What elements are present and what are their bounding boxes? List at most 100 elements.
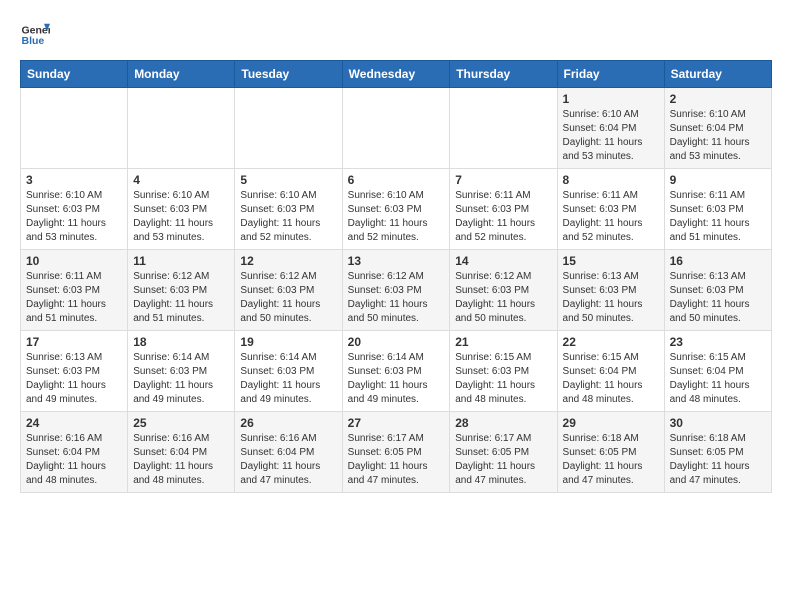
day-number: 26 [240, 416, 336, 430]
calendar-cell: 20 Sunrise: 6:14 AM Sunset: 6:03 PM Dayli… [342, 331, 450, 412]
day-number: 29 [563, 416, 659, 430]
day-info: Sunrise: 6:10 AM Sunset: 6:03 PM Dayligh… [133, 189, 229, 245]
calendar-cell [128, 88, 235, 169]
day-number: 14 [455, 254, 551, 268]
calendar-cell: 23Sunrise: 6:15 AM Sunset: 6:04 PM Dayli… [664, 331, 771, 412]
day-number: 25 [133, 416, 229, 430]
day-number: 12 [240, 254, 336, 268]
day-info: Sunrise: 6:15 AM Sunset: 6:03 PM Dayligh… [455, 351, 551, 407]
calendar-week-row: 3 Sunrise: 6:10 AM Sunset: 6:03 PM Daylig… [21, 169, 772, 250]
page-header: General Blue [20, 20, 772, 50]
day-number: 17 [26, 335, 122, 349]
day-info: Sunrise: 6:12 AM Sunset: 6:03 PM Dayligh… [133, 270, 229, 326]
calendar-cell: 8 Sunrise: 6:11 AM Sunset: 6:03 PM Daylig… [557, 169, 664, 250]
day-info: Sunrise: 6:13 AM Sunset: 6:03 PM Dayligh… [670, 270, 766, 326]
calendar-cell: 12Sunrise: 6:12 AM Sunset: 6:03 PM Dayli… [235, 250, 342, 331]
calendar-cell: 10Sunrise: 6:11 AM Sunset: 6:03 PM Dayli… [21, 250, 128, 331]
day-of-week-header: Saturday [664, 61, 771, 88]
calendar-cell: 14 Sunrise: 6:12 AM Sunset: 6:03 PM Dayli… [450, 250, 557, 331]
day-number: 3 [26, 173, 122, 187]
day-of-week-header: Wednesday [342, 61, 450, 88]
day-info: Sunrise: 6:11 AM Sunset: 6:03 PM Dayligh… [563, 189, 659, 245]
day-info: Sunrise: 6:12 AM Sunset: 6:03 PM Dayligh… [348, 270, 445, 326]
day-number: 1 [563, 92, 659, 106]
calendar-cell: 5 Sunrise: 6:10 AM Sunset: 6:03 PM Daylig… [235, 169, 342, 250]
logo-icon: General Blue [20, 20, 50, 50]
calendar-table: SundayMondayTuesdayWednesdayThursdayFrid… [20, 60, 772, 493]
calendar-cell: 6 Sunrise: 6:10 AM Sunset: 6:03 PM Daylig… [342, 169, 450, 250]
calendar-cell: 16 Sunrise: 6:13 AM Sunset: 6:03 PM Dayli… [664, 250, 771, 331]
day-info: Sunrise: 6:13 AM Sunset: 6:03 PM Dayligh… [563, 270, 659, 326]
day-info: Sunrise: 6:14 AM Sunset: 6:03 PM Dayligh… [240, 351, 336, 407]
calendar-cell: 18Sunrise: 6:14 AM Sunset: 6:03 PM Dayli… [128, 331, 235, 412]
day-number: 27 [348, 416, 445, 430]
day-number: 4 [133, 173, 229, 187]
day-info: Sunrise: 6:16 AM Sunset: 6:04 PM Dayligh… [133, 432, 229, 488]
day-info: Sunrise: 6:14 AM Sunset: 6:03 PM Dayligh… [348, 351, 445, 407]
calendar-cell [235, 88, 342, 169]
calendar-cell: 27 Sunrise: 6:17 AM Sunset: 6:05 PM Dayli… [342, 412, 450, 493]
day-number: 5 [240, 173, 336, 187]
day-number: 8 [563, 173, 659, 187]
calendar-cell: 2 Sunrise: 6:10 AM Sunset: 6:04 PM Daylig… [664, 88, 771, 169]
day-of-week-header: Sunday [21, 61, 128, 88]
calendar-cell [450, 88, 557, 169]
day-number: 24 [26, 416, 122, 430]
calendar-cell: 28 Sunrise: 6:17 AM Sunset: 6:05 PM Dayli… [450, 412, 557, 493]
calendar-cell: 24Sunrise: 6:16 AM Sunset: 6:04 PM Dayli… [21, 412, 128, 493]
day-of-week-header: Tuesday [235, 61, 342, 88]
calendar-cell: 3 Sunrise: 6:10 AM Sunset: 6:03 PM Daylig… [21, 169, 128, 250]
day-number: 18 [133, 335, 229, 349]
day-number: 2 [670, 92, 766, 106]
day-number: 9 [670, 173, 766, 187]
day-number: 19 [240, 335, 336, 349]
day-number: 13 [348, 254, 445, 268]
day-info: Sunrise: 6:11 AM Sunset: 6:03 PM Dayligh… [26, 270, 122, 326]
day-of-week-header: Monday [128, 61, 235, 88]
day-info: Sunrise: 6:15 AM Sunset: 6:04 PM Dayligh… [563, 351, 659, 407]
calendar-cell: 7 Sunrise: 6:11 AM Sunset: 6:03 PM Daylig… [450, 169, 557, 250]
svg-text:Blue: Blue [22, 35, 45, 47]
calendar-week-row: 1 Sunrise: 6:10 AM Sunset: 6:04 PM Daylig… [21, 88, 772, 169]
logo: General Blue [20, 20, 50, 50]
calendar-cell: 1 Sunrise: 6:10 AM Sunset: 6:04 PM Daylig… [557, 88, 664, 169]
day-info: Sunrise: 6:12 AM Sunset: 6:03 PM Dayligh… [455, 270, 551, 326]
calendar-cell: 26Sunrise: 6:16 AM Sunset: 6:04 PM Dayli… [235, 412, 342, 493]
calendar-header-row: SundayMondayTuesdayWednesdayThursdayFrid… [21, 61, 772, 88]
day-info: Sunrise: 6:17 AM Sunset: 6:05 PM Dayligh… [348, 432, 445, 488]
calendar-cell: 25 Sunrise: 6:16 AM Sunset: 6:04 PM Dayli… [128, 412, 235, 493]
day-info: Sunrise: 6:10 AM Sunset: 6:03 PM Dayligh… [348, 189, 445, 245]
calendar-week-row: 10Sunrise: 6:11 AM Sunset: 6:03 PM Dayli… [21, 250, 772, 331]
day-number: 6 [348, 173, 445, 187]
day-number: 28 [455, 416, 551, 430]
day-info: Sunrise: 6:11 AM Sunset: 6:03 PM Dayligh… [455, 189, 551, 245]
day-info: Sunrise: 6:10 AM Sunset: 6:04 PM Dayligh… [670, 108, 766, 164]
calendar-cell: 30Sunrise: 6:18 AM Sunset: 6:05 PM Dayli… [664, 412, 771, 493]
day-info: Sunrise: 6:10 AM Sunset: 6:03 PM Dayligh… [26, 189, 122, 245]
day-number: 16 [670, 254, 766, 268]
calendar-cell: 11 Sunrise: 6:12 AM Sunset: 6:03 PM Dayli… [128, 250, 235, 331]
day-number: 21 [455, 335, 551, 349]
calendar-cell: 17 Sunrise: 6:13 AM Sunset: 6:03 PM Dayli… [21, 331, 128, 412]
day-info: Sunrise: 6:13 AM Sunset: 6:03 PM Dayligh… [26, 351, 122, 407]
day-info: Sunrise: 6:17 AM Sunset: 6:05 PM Dayligh… [455, 432, 551, 488]
day-of-week-header: Thursday [450, 61, 557, 88]
day-number: 15 [563, 254, 659, 268]
day-of-week-header: Friday [557, 61, 664, 88]
calendar-cell: 29Sunrise: 6:18 AM Sunset: 6:05 PM Dayli… [557, 412, 664, 493]
calendar-cell [21, 88, 128, 169]
day-info: Sunrise: 6:10 AM Sunset: 6:03 PM Dayligh… [240, 189, 336, 245]
day-info: Sunrise: 6:10 AM Sunset: 6:04 PM Dayligh… [563, 108, 659, 164]
calendar-week-row: 17 Sunrise: 6:13 AM Sunset: 6:03 PM Dayli… [21, 331, 772, 412]
day-number: 23 [670, 335, 766, 349]
day-number: 7 [455, 173, 551, 187]
calendar-week-row: 24 Sunrise: 6:16 AM Sunset: 6:04 PM Dayli… [21, 412, 772, 493]
calendar-cell: 4 Sunrise: 6:10 AM Sunset: 6:03 PM Daylig… [128, 169, 235, 250]
day-number: 22 [563, 335, 659, 349]
day-info: Sunrise: 6:11 AM Sunset: 6:03 PM Dayligh… [670, 189, 766, 245]
day-number: 11 [133, 254, 229, 268]
calendar-cell: 9 Sunrise: 6:11 AM Sunset: 6:03 PM Daylig… [664, 169, 771, 250]
day-number: 20 [348, 335, 445, 349]
day-number: 30 [670, 416, 766, 430]
calendar-cell: 21 Sunrise: 6:15 AM Sunset: 6:03 PM Dayli… [450, 331, 557, 412]
